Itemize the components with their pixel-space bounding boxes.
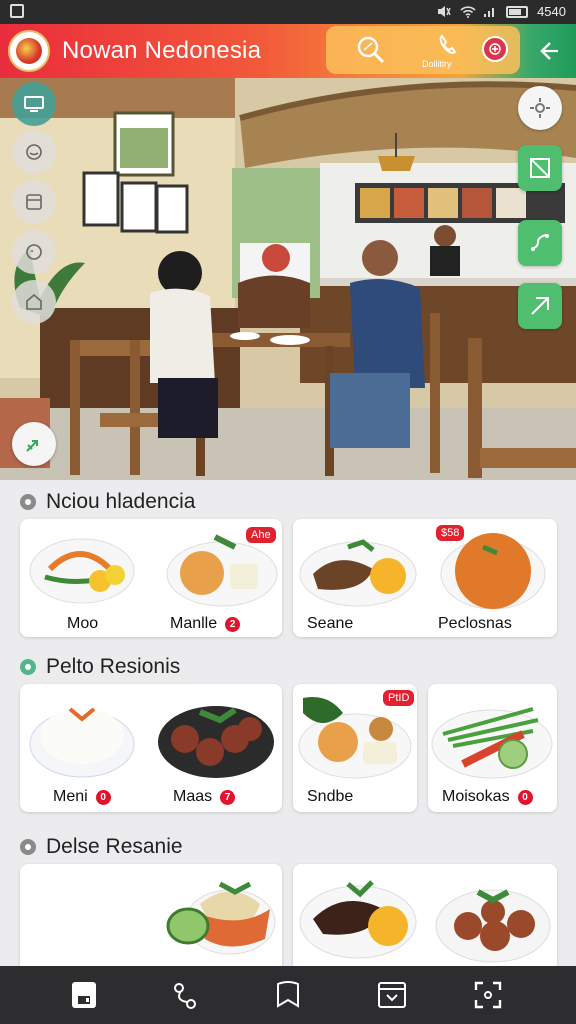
mute-icon bbox=[437, 5, 451, 18]
section-header: Delse Resanie bbox=[20, 835, 183, 859]
map-pin-icon[interactable] bbox=[518, 283, 562, 329]
menu-card[interactable] bbox=[20, 864, 282, 974]
menu-card[interactable] bbox=[293, 864, 557, 974]
section-title: Pelto Resionis bbox=[46, 655, 181, 678]
settings-icon[interactable] bbox=[518, 86, 562, 130]
item-label: Manlle 2 bbox=[170, 615, 241, 633]
section-bullet-icon bbox=[20, 494, 36, 510]
section-title: Nciou hladencia bbox=[46, 490, 196, 513]
battery-icon bbox=[506, 5, 529, 18]
app-bar: Nowan Nedonesia Dollitlry bbox=[0, 24, 576, 78]
menu-card[interactable]: $58 Seane Peclosnas bbox=[293, 519, 557, 637]
section-bullet-icon bbox=[20, 659, 36, 675]
route-icon[interactable] bbox=[518, 220, 562, 266]
section-header: Pelto Resionis bbox=[20, 655, 180, 679]
count-badge: 0 bbox=[517, 789, 533, 805]
item-label: Peclosnas bbox=[438, 615, 512, 632]
section-bullet-icon bbox=[20, 839, 36, 855]
sticker-icon[interactable] bbox=[12, 130, 56, 174]
menu-card[interactable]: PtID Sndbe bbox=[293, 684, 417, 812]
scan-icon[interactable] bbox=[471, 978, 505, 1012]
price-tag: Ahe bbox=[246, 527, 276, 543]
share-icon[interactable] bbox=[12, 422, 56, 466]
save-icon[interactable] bbox=[67, 978, 101, 1012]
menu-card[interactable]: Moisokas 0 bbox=[428, 684, 557, 812]
app-logo[interactable] bbox=[8, 30, 50, 72]
hero-restaurant-photo bbox=[0, 78, 576, 480]
section-header: Nciou hladencia bbox=[20, 490, 195, 514]
price-tag: $58 bbox=[436, 525, 465, 541]
app-title: Nowan Nedonesia bbox=[62, 37, 262, 64]
home-icon[interactable] bbox=[12, 280, 56, 324]
monitor-icon[interactable] bbox=[12, 82, 56, 126]
notification-icon bbox=[10, 4, 24, 18]
item-label: Meni 0 bbox=[53, 788, 111, 806]
item-label: Moo bbox=[67, 615, 99, 632]
section-title: Delse Resanie bbox=[46, 835, 183, 858]
status-bar: 4540 bbox=[0, 0, 576, 24]
phone-icon[interactable] bbox=[436, 33, 460, 57]
download-icon[interactable] bbox=[375, 978, 409, 1012]
count-badge: 0 bbox=[95, 789, 111, 805]
item-label: Moisokas 0 bbox=[442, 788, 533, 806]
smile-icon[interactable] bbox=[12, 230, 56, 274]
map-icon[interactable] bbox=[518, 145, 562, 191]
bookmark-icon[interactable] bbox=[271, 978, 305, 1012]
count-badge: 2 bbox=[225, 616, 241, 632]
pill-label: Dollitlry bbox=[422, 59, 452, 69]
share-icon[interactable] bbox=[167, 978, 201, 1012]
price-tag: PtID bbox=[383, 690, 415, 706]
chevron-left-icon[interactable] bbox=[534, 38, 560, 64]
count-badge: 7 bbox=[220, 789, 236, 805]
menu-card[interactable]: Meni 0 Maas 7 bbox=[20, 684, 282, 812]
wifi-icon bbox=[460, 5, 476, 18]
item-label: Maas 7 bbox=[173, 788, 236, 806]
bottom-nav bbox=[0, 966, 576, 1024]
item-label: Seane bbox=[307, 615, 354, 632]
profile-badge-icon[interactable] bbox=[482, 36, 508, 62]
search-icon[interactable] bbox=[356, 35, 386, 65]
action-pill: Dollitlry bbox=[326, 26, 520, 74]
item-label: Sndbe bbox=[307, 788, 354, 805]
signal-icon bbox=[483, 5, 497, 18]
menu-card[interactable]: Ahe Moo Manlle 2 bbox=[20, 519, 282, 637]
status-clock: 4540 bbox=[537, 4, 566, 19]
card-icon[interactable] bbox=[12, 180, 56, 224]
